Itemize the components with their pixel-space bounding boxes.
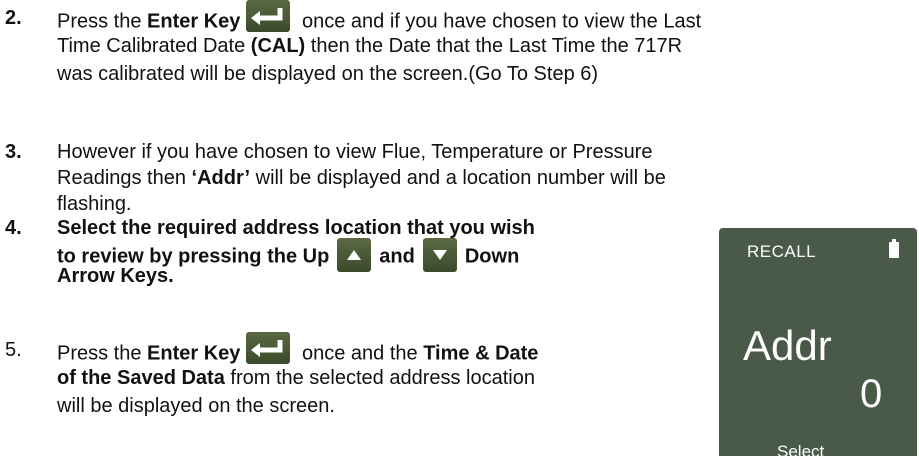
- step-line: will be displayed on the screen.: [57, 395, 335, 417]
- step-line: Time Calibrated Date (CAL) then the Date…: [57, 35, 683, 57]
- battery-icon: [889, 239, 899, 258]
- step-number: 2.: [5, 7, 22, 29]
- device-display: RECALL Addr 0 Select: [719, 228, 917, 456]
- step-line: However if you have chosen to view Flue,…: [57, 141, 653, 163]
- enter-key-icon: [246, 332, 291, 364]
- display-value: 0: [860, 372, 883, 416]
- up-arrow-key-icon: [337, 238, 372, 272]
- step-number: 4.: [5, 217, 22, 239]
- step-line: Select the required address location tha…: [57, 217, 535, 239]
- step-number: 5.: [5, 339, 22, 361]
- step-line: was calibrated will be displayed on the …: [57, 63, 599, 85]
- display-softkey-label: Select: [777, 442, 825, 456]
- enter-key-icon: [246, 0, 291, 32]
- step-5: 5. Press the Enter Key once and the Time…: [0, 330, 700, 456]
- step-number: 3.: [5, 141, 22, 163]
- down-arrow-key-icon: [422, 238, 457, 272]
- display-label: Addr: [743, 322, 832, 369]
- step-4: 4. Select the required address location …: [0, 216, 700, 316]
- step-line: flashing.: [57, 193, 132, 215]
- step-2: 2. Press the Enter Key once and if you h…: [0, 0, 919, 100]
- display-mode: RECALL: [747, 242, 817, 261]
- step-line: Readings then ‘Addr’ will be displayed a…: [57, 167, 666, 189]
- step-line: of the Saved Data from the selected addr…: [57, 367, 535, 389]
- step-line: Arrow Keys.: [57, 265, 174, 287]
